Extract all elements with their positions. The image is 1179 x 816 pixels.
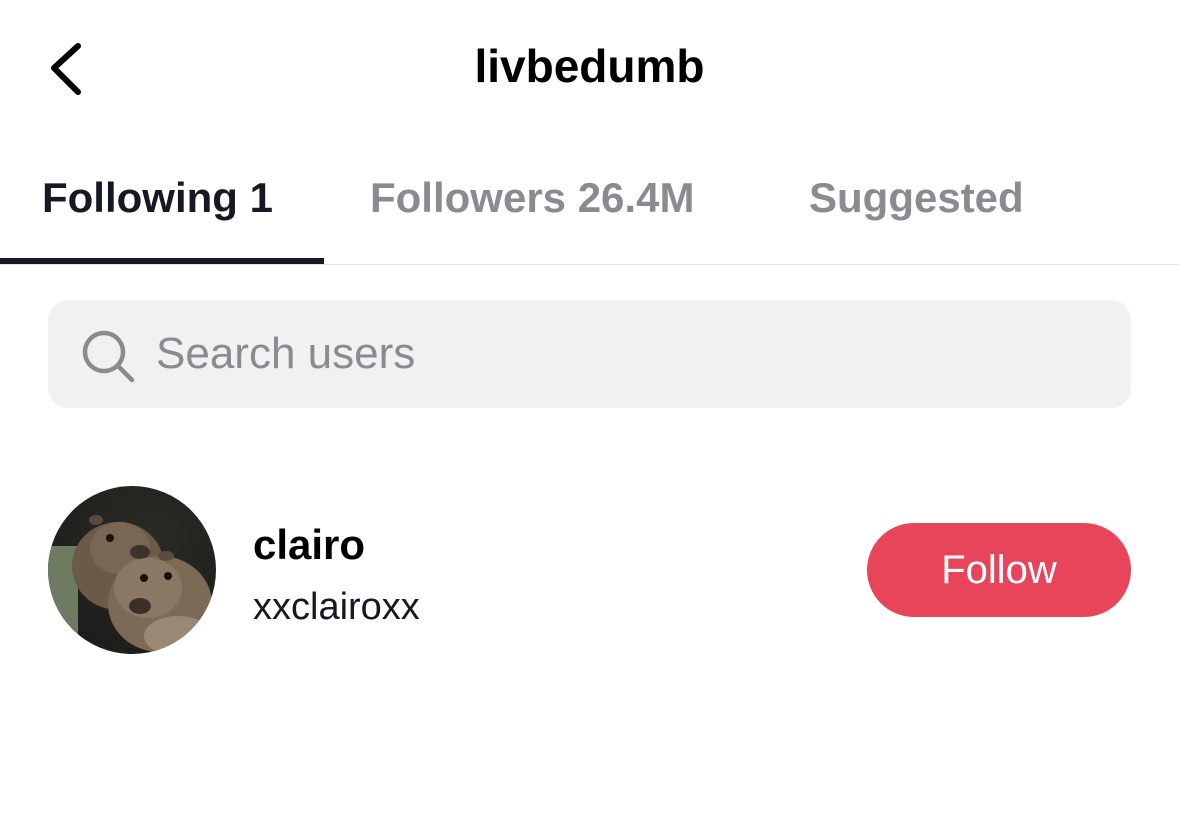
search-input[interactable] (156, 322, 1096, 386)
user-list-item[interactable]: clairo xxclairoxx Follow (0, 480, 1179, 660)
tab-followers[interactable]: Followers 26.4M (370, 170, 694, 226)
tab-suggested[interactable]: Suggested (809, 170, 1024, 226)
user-username: xxclairoxx (253, 586, 420, 628)
user-display-name: clairo (253, 521, 366, 568)
search-icon (82, 330, 135, 383)
tab-bar: Following 1 Followers 26.4M Suggested (0, 150, 1179, 265)
header: livbedumb (0, 0, 1179, 130)
active-tab-indicator (0, 258, 324, 264)
tab-following[interactable]: Following 1 (42, 170, 273, 226)
page-title: livbedumb (474, 40, 705, 92)
avatar[interactable] (48, 486, 216, 654)
follow-button[interactable]: Follow (867, 523, 1131, 617)
avatar-photo (48, 486, 216, 654)
